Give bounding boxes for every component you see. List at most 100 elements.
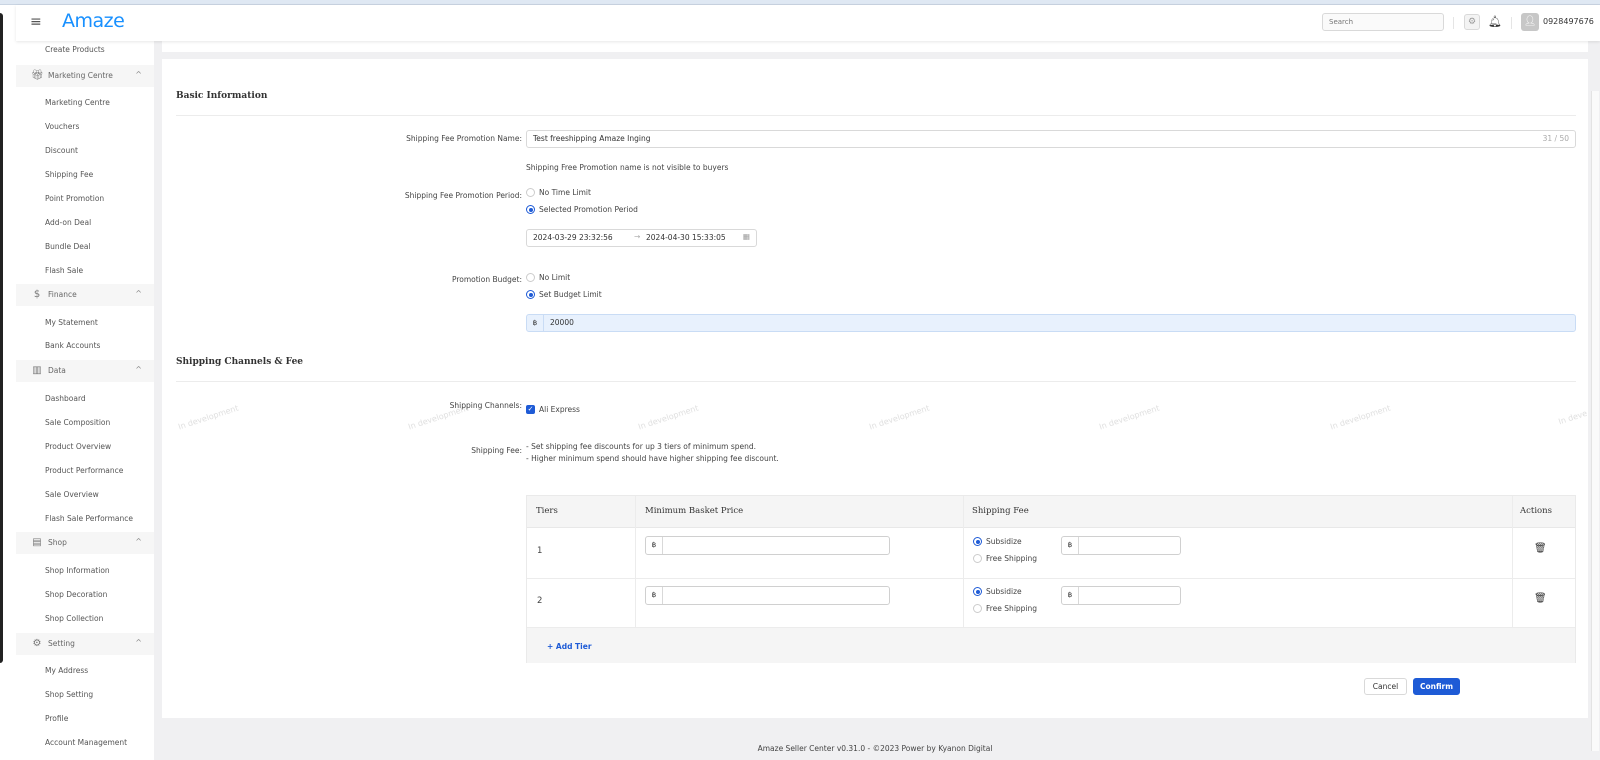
- radio-subsidize[interactable]: [973, 537, 982, 546]
- chevron-up-icon: ^: [135, 289, 142, 298]
- sidebar-item-flash-sale[interactable]: Flash Sale: [45, 266, 83, 275]
- sidebar-item-my-address[interactable]: My Address: [45, 666, 88, 675]
- sidebar-item-bundle-deal[interactable]: Bundle Deal: [45, 242, 91, 251]
- sidebar-group-shop[interactable]: ▤ Shop ^: [16, 532, 154, 554]
- ali-express-checkbox[interactable]: ✓: [526, 405, 535, 414]
- left-edge-bar: [0, 13, 3, 663]
- option-label: Free Shipping: [986, 554, 1038, 563]
- date-range-picker[interactable]: 2024-03-29 23:32:56 → 2024-04-30 15:33:0…: [526, 229, 757, 247]
- avatar[interactable]: 👤︎: [1521, 13, 1539, 31]
- header-tiers: Tiers: [536, 506, 558, 516]
- promotion-budget-label: Promotion Budget:: [451, 275, 522, 284]
- budget-value: 20000: [550, 318, 574, 327]
- sidebar-item-bank-accounts[interactable]: Bank Accounts: [45, 341, 100, 350]
- header-divider: [1511, 17, 1512, 29]
- promotion-name-field[interactable]: Test freeshipping Amaze Inging 31 / 50: [526, 130, 1576, 148]
- option-label: Free Shipping: [986, 604, 1038, 613]
- table-header: Tiers Minimum Basket Price Shipping Fee …: [527, 496, 1575, 528]
- gear-icon[interactable]: ⚙: [1464, 14, 1480, 30]
- radio-no-limit[interactable]: [526, 273, 535, 282]
- header-min-basket-price: Minimum Basket Price: [645, 506, 744, 516]
- fee-note-2: - Higher minimum spend should have highe…: [526, 454, 779, 463]
- bell-icon[interactable]: 🔔︎: [1488, 15, 1502, 28]
- sidebar: Create Products 🎁︎ Marketing Centre ^ Ma…: [16, 41, 154, 760]
- start-date[interactable]: 2024-03-29 23:32:56: [533, 233, 613, 242]
- sidebar-item-account-management[interactable]: Account Management: [45, 738, 127, 747]
- top-header: ≡ Amaze ⚙ 🔔︎ 👤︎ 0928497676 ∨: [16, 5, 1600, 41]
- sidebar-item-create-products[interactable]: Create Products: [45, 45, 105, 54]
- confirm-button[interactable]: Confirm: [1413, 678, 1460, 695]
- min-basket-price-input[interactable]: ฿: [645, 536, 890, 555]
- currency-symbol: ฿: [1062, 537, 1079, 554]
- footer: Amaze Seller Center v0.31.0 - ©2023 Powe…: [757, 744, 993, 753]
- option-label: Selected Promotion Period: [539, 205, 638, 214]
- search-input[interactable]: [1322, 13, 1444, 31]
- shipping-section-title: Shipping Channels & Fee: [176, 357, 304, 367]
- sidebar-item-shop-decoration[interactable]: Shop Decoration: [45, 590, 107, 599]
- sidebar-item-flash-sale-performance[interactable]: Flash Sale Performance: [45, 514, 133, 523]
- sidebar-item-product-overview[interactable]: Product Overview: [45, 442, 111, 451]
- gear-icon: ⚙: [32, 638, 42, 649]
- sidebar-item-shop-information[interactable]: Shop Information: [45, 566, 110, 575]
- app-logo[interactable]: Amaze: [62, 10, 125, 32]
- radio-free-shipping[interactable]: [973, 554, 982, 563]
- promotion-name-label: Shipping Fee Promotion Name:: [406, 134, 522, 143]
- min-basket-price-input[interactable]: ฿: [645, 586, 890, 605]
- trash-icon[interactable]: 🗑︎: [1534, 543, 1547, 554]
- gift-icon: 🎁︎: [31, 70, 44, 81]
- username[interactable]: 0928497676: [1543, 17, 1594, 26]
- sidebar-item-shop-collection[interactable]: Shop Collection: [45, 614, 103, 623]
- sidebar-group-label: Finance: [48, 290, 77, 299]
- left-edge-strip: [0, 5, 16, 760]
- sidebar-group-setting[interactable]: ⚙ Setting ^: [16, 633, 154, 655]
- sidebar-item-profile[interactable]: Profile: [45, 714, 68, 723]
- chevron-up-icon: ^: [135, 638, 142, 647]
- sidebar-group-data[interactable]: ▥ Data ^: [16, 360, 154, 382]
- scrollbar-thumb[interactable]: [1591, 91, 1599, 751]
- sidebar-item-my-statement[interactable]: My Statement: [45, 318, 98, 327]
- sidebar-item-sale-overview[interactable]: Sale Overview: [45, 490, 99, 499]
- radio-selected-promotion-period[interactable]: [526, 205, 535, 214]
- sidebar-item-dashboard[interactable]: Dashboard: [45, 394, 86, 403]
- header-shipping-fee: Shipping Fee: [972, 506, 1029, 516]
- budget-input[interactable]: ฿ 20000: [526, 314, 1576, 332]
- sidebar-item-point-promotion[interactable]: Point Promotion: [45, 194, 104, 203]
- option-label: Set Budget Limit: [539, 290, 602, 299]
- radio-no-time-limit[interactable]: [526, 188, 535, 197]
- promotion-period-label: Shipping Fee Promotion Period:: [404, 191, 522, 200]
- add-tier-button[interactable]: + Add Tier: [547, 642, 592, 651]
- tier-number: 1: [537, 546, 543, 556]
- sidebar-item-shipping-fee[interactable]: Shipping Fee: [45, 170, 93, 179]
- shipping-fee-label: Shipping Fee:: [471, 446, 522, 455]
- sidebar-item-sale-composition[interactable]: Sale Composition: [45, 418, 110, 427]
- end-date[interactable]: 2024-04-30 15:33:05: [646, 233, 726, 242]
- radio-subsidize[interactable]: [973, 587, 982, 596]
- sidebar-item-shop-setting[interactable]: Shop Setting: [45, 690, 93, 699]
- radio-set-budget-limit[interactable]: [526, 290, 535, 299]
- option-label: No Limit: [539, 273, 571, 282]
- sidebar-item-add-on-deal[interactable]: Add-on Deal: [45, 218, 91, 227]
- sidebar-group-finance[interactable]: $ Finance ^: [16, 284, 154, 306]
- sidebar-item-marketing-centre[interactable]: Marketing Centre: [45, 98, 110, 107]
- sidebar-group-marketing[interactable]: 🎁︎ Marketing Centre ^: [16, 65, 154, 87]
- radio-free-shipping[interactable]: [973, 604, 982, 613]
- sidebar-item-product-performance[interactable]: Product Performance: [45, 466, 123, 475]
- cancel-button[interactable]: Cancel: [1364, 678, 1407, 695]
- scrollbar[interactable]: [1590, 41, 1600, 760]
- shipping-fee-input[interactable]: ฿: [1061, 536, 1181, 555]
- shipping-fee-input[interactable]: ฿: [1061, 586, 1181, 605]
- currency-symbol: ฿: [646, 537, 663, 554]
- sidebar-item-vouchers[interactable]: Vouchers: [45, 122, 79, 131]
- promotion-name-value: Test freeshipping Amaze Inging: [533, 134, 651, 143]
- sidebar-item-discount[interactable]: Discount: [45, 146, 78, 155]
- chevron-up-icon: ^: [135, 365, 142, 374]
- trash-icon[interactable]: 🗑︎: [1534, 593, 1547, 604]
- calendar-icon: ▦: [742, 232, 750, 241]
- sidebar-group-label: Data: [48, 366, 66, 375]
- fee-note-1: - Set shipping fee discounts for up 3 ti…: [526, 442, 757, 451]
- shipping-channels-label: Shipping Channels:: [449, 401, 522, 410]
- add-tier-row: + Add Tier: [527, 628, 1575, 663]
- menu-icon[interactable]: ≡: [30, 15, 42, 29]
- basic-info-title: Basic Information: [176, 91, 268, 101]
- promotion-name-hint: Shipping Free Promotion name is not visi…: [526, 163, 729, 172]
